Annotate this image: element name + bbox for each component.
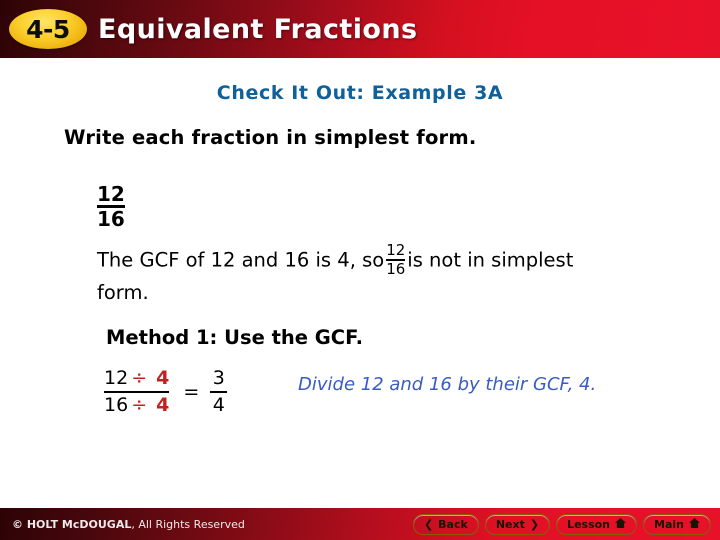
equation: 12 ÷ 4 16 ÷ 4 = 3 4 <box>104 367 228 416</box>
main-button-label: Main <box>654 517 684 531</box>
equation-numerator-row: 12 ÷ 4 <box>104 368 169 389</box>
slide-header: 4-5 Equivalent Fractions <box>0 0 720 58</box>
navigation-buttons: ❮ Back Next ❯ Lesson Main <box>412 513 711 535</box>
main-button[interactable]: Main <box>643 513 711 535</box>
instruction-text: Write each fraction in simplest form. <box>64 126 477 149</box>
gcf-sentence-part1: The GCF of 12 and 16 is 4, so <box>97 248 385 272</box>
equation-denominator-divisor: 4 <box>156 393 170 416</box>
divide-icon: ÷ <box>131 367 148 389</box>
chevron-left-icon: ❮ <box>423 517 434 531</box>
next-button[interactable]: Next ❯ <box>484 513 551 535</box>
home-icon-svg <box>615 518 626 528</box>
copyright-text: © HOLT McDOUGAL, All Rights Reserved <box>12 518 245 531</box>
example-title: Check It Out: Example 3A <box>216 82 504 104</box>
lesson-button[interactable]: Lesson <box>556 513 638 535</box>
fraction-bar <box>104 390 170 393</box>
home-icon <box>689 518 700 530</box>
equation-left-fraction: 12 ÷ 4 16 ÷ 4 <box>104 368 170 416</box>
back-button[interactable]: ❮ Back <box>412 513 479 535</box>
inline-fraction-numerator: 12 <box>386 241 406 259</box>
slide-content: Check It Out: Example 3A Write each frac… <box>0 58 720 508</box>
problem-fraction: 12 16 <box>97 184 125 229</box>
equation-result-fraction: 3 4 <box>210 367 228 416</box>
gcf-sentence-part2: is not <box>407 248 461 272</box>
slide-footer: © HOLT McDOUGAL, All Rights Reserved ❮ B… <box>0 508 720 540</box>
copyright-brand: © HOLT McDOUGAL <box>12 517 132 531</box>
home-icon-svg <box>689 518 700 528</box>
equals-sign: = <box>183 380 200 403</box>
back-button-label: Back <box>438 517 468 531</box>
problem-fraction-denominator: 16 <box>97 206 125 231</box>
lesson-number-badge: 4-5 <box>9 9 87 49</box>
result-numerator: 3 <box>212 367 225 390</box>
page-title: Equivalent Fractions <box>98 13 418 45</box>
equation-denominator: 16 <box>104 393 129 416</box>
problem-fraction-numerator: 12 <box>97 182 125 206</box>
lesson-number-label: 4-5 <box>26 14 70 44</box>
equation-note: Divide 12 and 16 by their GCF, 4. <box>298 374 597 395</box>
equation-numerator: 12 <box>104 367 129 389</box>
method-title: Method 1: Use the GCF. <box>106 326 363 349</box>
home-icon <box>615 518 626 530</box>
copyright-rest: , All Rights Reserved <box>131 517 245 531</box>
chevron-right-icon: ❯ <box>529 517 540 531</box>
inline-fraction: 12 16 <box>386 241 406 278</box>
divide-icon: ÷ <box>131 393 148 416</box>
lesson-button-label: Lesson <box>567 517 611 531</box>
next-button-label: Next <box>495 517 525 531</box>
fraction-bar <box>210 390 228 393</box>
equation-numerator-divisor: 4 <box>156 367 170 389</box>
result-denominator: 4 <box>212 393 225 416</box>
inline-fraction-denominator: 16 <box>386 259 406 278</box>
equation-denominator-row: 16 ÷ 4 <box>104 393 170 416</box>
gcf-explanation: The GCF of 12 and 16 is 4, so 12 16 is not … <box>97 241 617 308</box>
